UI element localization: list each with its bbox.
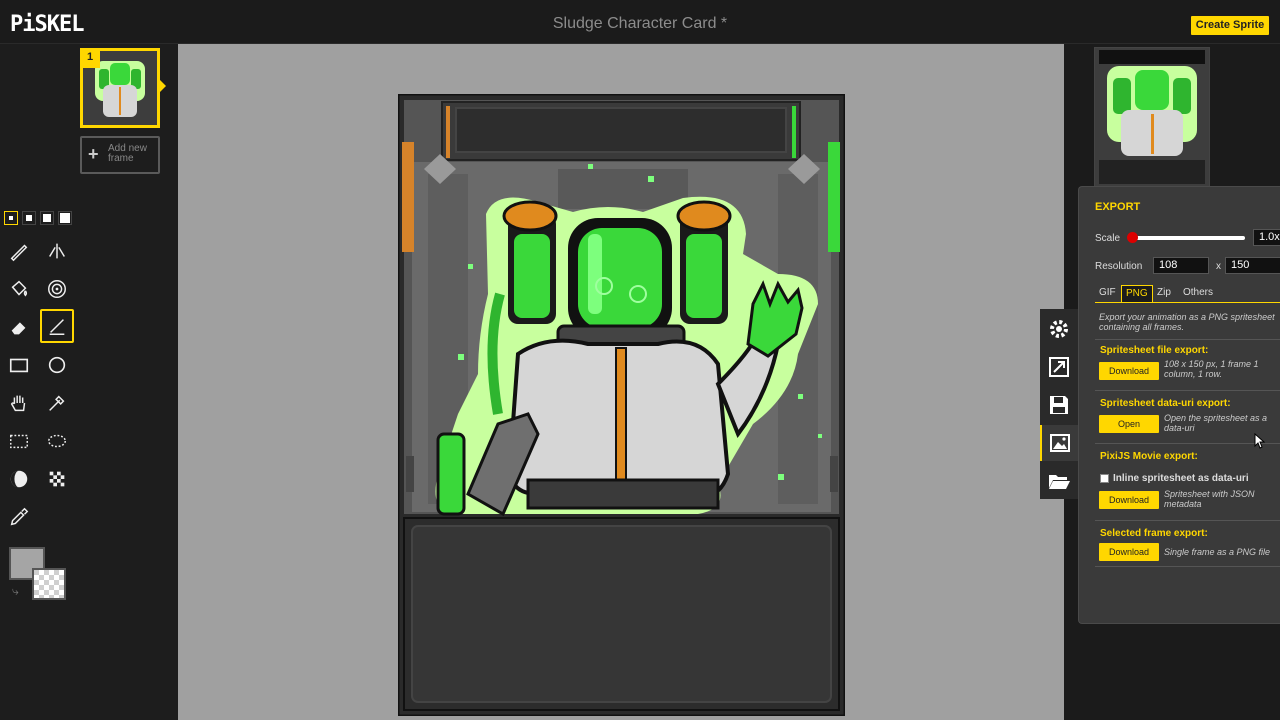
move-hand-icon [10,395,26,412]
export-image-icon [1050,434,1070,452]
circle-icon [48,356,66,374]
sprite-canvas[interactable] [398,94,845,716]
paint-same-color-tool[interactable] [40,272,74,306]
data-uri-open-button[interactable]: Open [1099,415,1159,433]
data-uri-desc: Open the spritesheet as a data-uri [1164,413,1268,433]
shape-selection-tool[interactable] [40,386,74,420]
tab-zip[interactable]: Zip [1153,285,1175,302]
pixi-desc: Spritesheet with JSON metadata [1164,489,1255,509]
current-frame-indicator [160,80,166,92]
export-tabs: GIF PNG Zip Others [1095,283,1280,303]
selected-frame-title: Selected frame export: [1100,528,1208,539]
resolution-width-input[interactable]: 108 [1153,257,1209,274]
circle-tool[interactable] [40,348,74,382]
open-button[interactable] [1040,463,1078,499]
settings-button[interactable] [1040,311,1078,347]
resize-icon [1049,357,1069,377]
stroke-tool[interactable] [40,309,74,343]
paint-bucket-icon [11,280,28,297]
lasso-select-icon [48,434,66,448]
scale-value[interactable]: 1.0x [1253,229,1280,246]
selected-frame-desc: Single frame as a PNG file [1164,547,1271,557]
export-title: EXPORT [1095,201,1141,213]
vertical-mirror-pen-tool[interactable] [40,234,74,268]
divider [1095,520,1280,521]
divider [1095,339,1280,340]
create-sprite-button[interactable]: Create Sprite [1191,16,1269,35]
tab-png[interactable]: PNG [1121,285,1153,302]
tab-others[interactable]: Others [1179,285,1217,302]
dithering-icon [49,471,65,487]
divider [1095,443,1280,444]
secondary-color-swatch[interactable] [32,568,66,600]
swap-colors-icon[interactable]: ⤷ [12,584,19,599]
tab-gif[interactable]: GIF [1095,285,1120,302]
spritesheet-file-desc: 108 x 150 px, 1 frame 1 column, 1 row. [1164,359,1259,379]
selected-frame-download-button[interactable]: Download [1099,543,1159,561]
rectangle-select-tool[interactable] [2,424,36,458]
pen-size-1[interactable] [4,211,18,225]
spritesheet-file-title: Spritesheet file export: [1100,345,1209,356]
stroke-icon [49,319,65,335]
app-logo[interactable]: PiSKEL [10,12,84,37]
paint-same-color-icon [48,280,66,298]
color-picker-tool[interactable] [2,500,36,534]
pen-tool[interactable] [2,234,36,268]
scale-slider[interactable] [1133,236,1245,240]
divider [1095,566,1280,567]
side-tools-panel [1040,309,1078,499]
rectangle-tool[interactable] [2,348,36,382]
mouse-cursor-icon [1254,433,1266,449]
pen-size-2[interactable] [22,211,36,225]
pen-size-4[interactable] [58,211,72,225]
resolution-label: Resolution [1095,261,1143,272]
color-picker-icon [10,507,29,526]
dithering-tool[interactable] [40,462,74,496]
export-panel: EXPORT Scale 1.0x Resolution 108 x 150 G… [1078,186,1280,624]
scale-label: Scale [1095,233,1121,244]
save-icon [1050,396,1068,414]
inline-datauri-label: Inline spritesheet as data-uri [1113,473,1249,484]
eraser-icon [11,322,26,335]
save-button[interactable] [1040,387,1078,423]
add-frame-label: Add new frame [108,143,147,164]
move-tool[interactable] [2,386,36,420]
pen-size-3[interactable] [40,211,54,225]
plus-icon: + [88,144,99,164]
resolution-separator: x [1216,261,1221,272]
png-export-intro: Export your animation as a PNG spriteshe… [1099,312,1275,332]
rectangle-select-icon [10,434,28,449]
data-uri-title: Spritesheet data-uri export: [1100,398,1231,409]
eraser-tool[interactable] [2,310,36,344]
export-button[interactable] [1040,425,1078,461]
resize-button[interactable] [1040,349,1078,385]
pen-icon [10,244,28,262]
scale-slider-handle[interactable] [1127,232,1138,243]
lighten-icon [10,470,28,488]
pixi-title: PixiJS Movie export: [1100,451,1198,462]
frame-number: 1 [80,48,100,68]
animation-preview[interactable] [1094,47,1210,187]
inline-datauri-checkbox[interactable] [1100,474,1109,483]
resolution-height-input[interactable]: 150 [1225,257,1280,274]
divider [1095,390,1280,391]
open-folder-icon [1049,475,1070,489]
lighten-tool[interactable] [2,462,36,496]
document-title: Sludge Character Card * [552,15,728,32]
rectangle-icon [9,358,29,373]
shape-selection-icon [49,395,65,411]
preview-image [1095,48,1209,186]
vertical-mirror-pen-icon [49,243,65,259]
paint-bucket-tool[interactable] [2,272,36,306]
pixi-download-button[interactable]: Download [1099,491,1159,509]
lasso-select-tool[interactable] [40,424,74,458]
settings-icon [1050,320,1068,338]
spritesheet-download-button[interactable]: Download [1099,362,1159,380]
add-frame-button[interactable]: + Add new frame [80,136,160,174]
